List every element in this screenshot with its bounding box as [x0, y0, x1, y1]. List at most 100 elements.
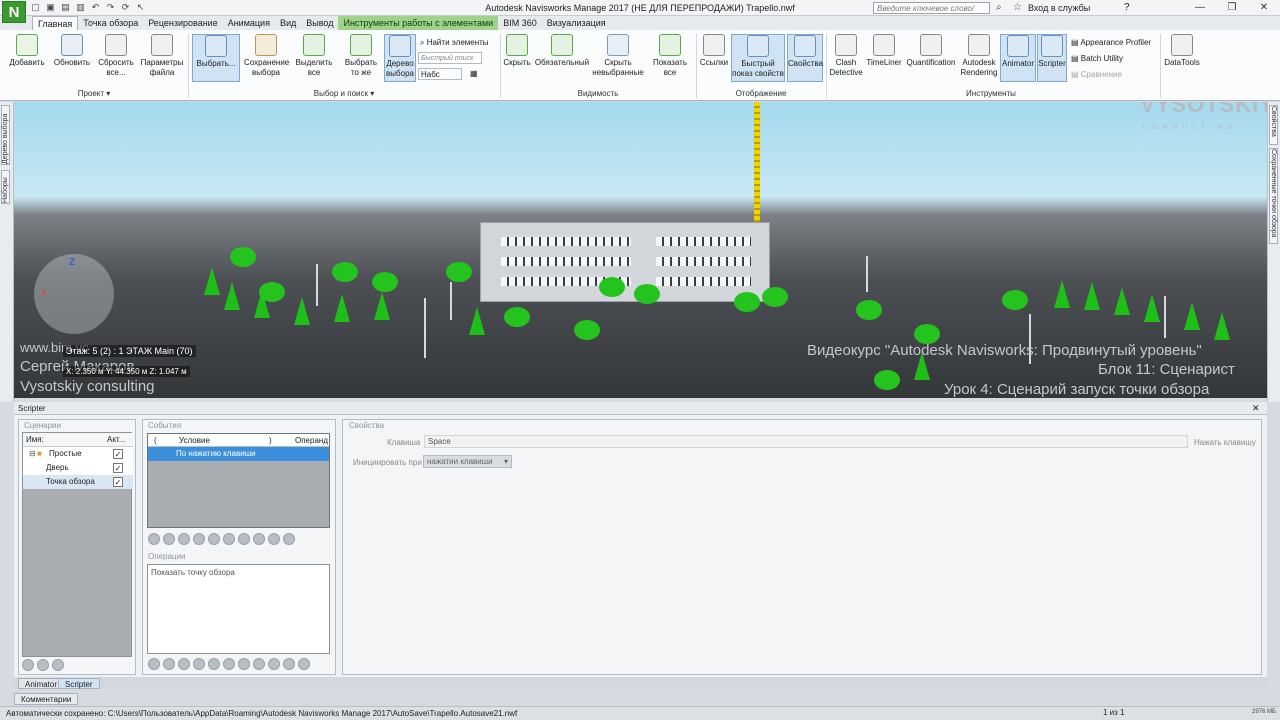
animator-button[interactable]: Animator — [1000, 34, 1036, 82]
side-tab-saved-viewpoints[interactable]: Сохраненные точки обзора — [1269, 148, 1278, 244]
op-down-icon[interactable] — [283, 658, 295, 670]
quick-find-input[interactable]: Быстрый поиск — [418, 52, 482, 64]
tab-render[interactable]: Визуализация — [542, 16, 611, 30]
event-start-icon[interactable] — [148, 533, 160, 545]
close-icon[interactable]: ✕ — [1248, 0, 1280, 16]
scenario-active-checkbox[interactable]: ✓ — [113, 463, 123, 473]
event-key-icon[interactable] — [178, 533, 190, 545]
scenario-item-door[interactable]: Дверь ✓ — [23, 461, 133, 475]
compare-button[interactable]: ▤ Сравнение — [1071, 69, 1122, 81]
tab-view[interactable]: Вид — [275, 16, 301, 30]
op-play-icon[interactable] — [148, 658, 160, 670]
help-icon[interactable]: ? — [1124, 2, 1130, 13]
event-down-icon[interactable] — [268, 533, 280, 545]
scenario-item-viewpoint[interactable]: Точка обзора ✓ — [23, 475, 133, 489]
save-selection-button[interactable]: Сохранение выбора — [244, 34, 289, 78]
3d-viewport[interactable]: Z X VYSOTSKIY CONSULTING www.bim.vc Серг… — [14, 102, 1267, 398]
events-table-header: ( Условие ) Операнд — [148, 434, 329, 447]
event-hotspot-icon[interactable] — [208, 533, 220, 545]
tree-model — [574, 320, 600, 340]
quantification-button[interactable]: Quantification — [904, 34, 958, 68]
find-items-button[interactable]: ⌕ Найти элементы — [420, 37, 489, 49]
panel-project-label[interactable]: Проект ▾ — [0, 89, 188, 98]
add-scenario-icon[interactable] — [22, 659, 34, 671]
operations-toolbar — [148, 658, 310, 670]
scenario-item-simple[interactable]: ⊟ ■ Простые ✓ — [23, 447, 133, 461]
clash-detective-button[interactable]: Clash Detective — [828, 34, 864, 78]
coordinate-readout: X: 2.350 м Y: 44.350 м Z: 1.047 м — [63, 366, 190, 377]
sets-manage-icon[interactable]: ▦ — [470, 68, 478, 80]
minimize-icon[interactable]: — — [1184, 0, 1216, 16]
event-collision-icon[interactable] — [193, 533, 205, 545]
select-same-button[interactable]: Выбрать то же — [340, 34, 382, 78]
selection-tree-button[interactable]: Дерево выбора — [384, 34, 416, 82]
unhide-all-button[interactable]: Показать все — [650, 34, 690, 78]
operation-item[interactable]: Показать точку обзора — [151, 568, 235, 577]
appearance-profiler-button[interactable]: ▤ Appearance Profiler — [1071, 37, 1151, 49]
scenario-active-checkbox[interactable]: ✓ — [113, 449, 123, 459]
select-all-button[interactable]: Выделить все — [292, 34, 336, 78]
app-menu-button[interactable]: N — [2, 1, 26, 23]
op-delete-icon[interactable] — [298, 658, 310, 670]
event-row[interactable]: По нажатию клавиши — [148, 447, 329, 461]
select-button[interactable]: Выбрать... — [192, 34, 240, 82]
tab-animation[interactable]: Анимация — [223, 16, 275, 30]
reset-all-button[interactable]: Сбросить все... — [96, 34, 136, 78]
op-pause-icon[interactable] — [193, 658, 205, 670]
tab-viewpoint[interactable]: Точка обзора — [78, 16, 143, 30]
op-variable-icon[interactable] — [223, 658, 235, 670]
op-viewpoint-icon[interactable] — [178, 658, 190, 670]
op-property-icon[interactable] — [238, 658, 250, 670]
require-button[interactable]: Обязательный — [534, 34, 590, 68]
tab-comments[interactable]: Комментарии — [14, 693, 79, 705]
sets-dropdown[interactable]: Набс — [418, 68, 462, 80]
side-tab-selection-tree[interactable]: Дерево выбора — [1, 105, 10, 165]
autodesk-rendering-button[interactable]: Autodesk Rendering — [960, 34, 998, 78]
event-variable-icon[interactable] — [223, 533, 235, 545]
tab-home[interactable]: Главная — [32, 16, 79, 30]
star-icon[interactable]: ☆ — [1013, 2, 1022, 13]
properties-button[interactable]: Свойства — [787, 34, 823, 82]
tab-item-tools[interactable]: Инструменты работы с элементами — [338, 16, 499, 30]
timeliner-button[interactable]: TimeLiner — [866, 34, 902, 68]
add-button[interactable]: Добавить — [8, 34, 46, 68]
close-icon[interactable]: ✕ — [1252, 403, 1260, 414]
scripter-button[interactable]: Scripter — [1037, 34, 1067, 82]
file-options-button[interactable]: Параметры файла — [140, 34, 184, 78]
add-folder-icon[interactable] — [37, 659, 49, 671]
datatools-button[interactable]: DataTools — [1164, 34, 1200, 68]
trigger-select[interactable]: нажатии клавиши ▾ — [423, 455, 512, 468]
quick-properties-button[interactable]: Быстрый показ свойств — [731, 34, 785, 82]
refresh-button[interactable]: Обновить — [52, 34, 92, 68]
tab-review[interactable]: Рецензирование — [143, 16, 223, 30]
tab-output[interactable]: Вывод — [301, 16, 338, 30]
event-animation-icon[interactable] — [238, 533, 250, 545]
op-message-icon[interactable] — [208, 658, 220, 670]
key-field[interactable]: Space — [424, 435, 1188, 448]
event-up-icon[interactable] — [253, 533, 265, 545]
event-timer-icon[interactable] — [163, 533, 175, 545]
panel-select-label[interactable]: Выбор и поиск ▾ — [188, 89, 500, 98]
operations-list[interactable]: Показать точку обзора — [147, 564, 330, 654]
scenarios-tree[interactable]: Имя: Акт... ⊟ ■ Простые ✓ Дверь ✓ Точка … — [22, 432, 133, 657]
tab-scripter[interactable]: Scripter — [58, 678, 100, 689]
op-load-icon[interactable] — [253, 658, 265, 670]
side-tab-sets[interactable]: Наборы — [1, 170, 10, 204]
event-delete-icon[interactable] — [283, 533, 295, 545]
scenario-active-checkbox[interactable]: ✓ — [113, 477, 123, 487]
links-button[interactable]: Ссылки — [699, 34, 729, 68]
signin-button[interactable]: Вход в службы — [1028, 3, 1090, 13]
tab-bim360[interactable]: BIM 360 — [498, 16, 542, 30]
op-stop-icon[interactable] — [163, 658, 175, 670]
search-input[interactable]: Введите ключевое слово/фразу — [873, 2, 990, 24]
hide-button[interactable]: Скрыть — [503, 34, 531, 68]
batch-utility-button[interactable]: ▤ Batch Utility — [1071, 53, 1123, 65]
maximize-icon[interactable]: ❐ — [1216, 0, 1248, 16]
search-icon[interactable]: ⌕ — [996, 2, 1002, 13]
hide-unselected-button[interactable]: Скрыть невыбранные — [592, 34, 644, 78]
op-up-icon[interactable] — [268, 658, 280, 670]
delete-scenario-icon[interactable] — [52, 659, 64, 671]
press-key-button[interactable]: Нажать клавишу — [1194, 438, 1256, 447]
side-tab-properties[interactable]: Свойства — [1269, 105, 1278, 145]
collapse-icon[interactable]: ⊟ — [29, 447, 36, 461]
